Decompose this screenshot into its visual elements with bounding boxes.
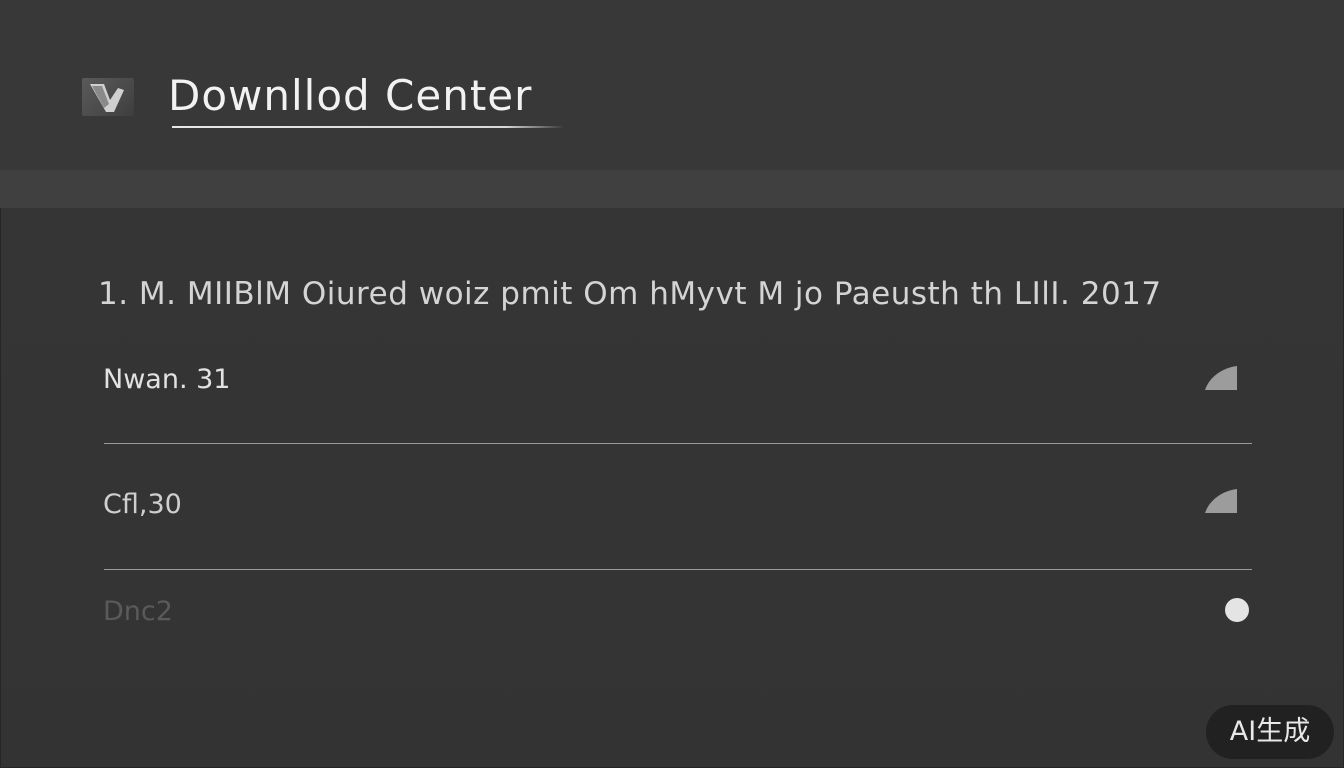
app-logo-icon	[82, 78, 134, 116]
toolbar-band	[0, 170, 1344, 208]
circle-status-icon[interactable]	[1223, 596, 1253, 630]
triangle-download-icon[interactable]	[1203, 364, 1239, 396]
page-title: Downllod Center	[168, 71, 533, 120]
list-heading: 1. M. MIIBlM Oiured woiz pmit Om hMyvt M…	[98, 276, 1162, 312]
list-item-label: Cfl,30	[103, 489, 182, 520]
ai-generated-badge: AI生成	[1206, 705, 1334, 759]
app-header: Downllod Center	[0, 0, 1344, 170]
triangle-download-icon[interactable]	[1203, 487, 1239, 519]
row-divider	[104, 569, 1252, 570]
list-item-label: Nwan. 31	[103, 364, 231, 395]
row-divider	[104, 443, 1252, 444]
title-underline	[172, 126, 564, 128]
list-item[interactable]: Dnc2	[103, 592, 1253, 632]
list-item[interactable]: Nwan. 31	[103, 360, 1253, 400]
list-item[interactable]: Cfl,30	[103, 485, 1253, 525]
list-item-label: Dnc2	[103, 596, 173, 627]
